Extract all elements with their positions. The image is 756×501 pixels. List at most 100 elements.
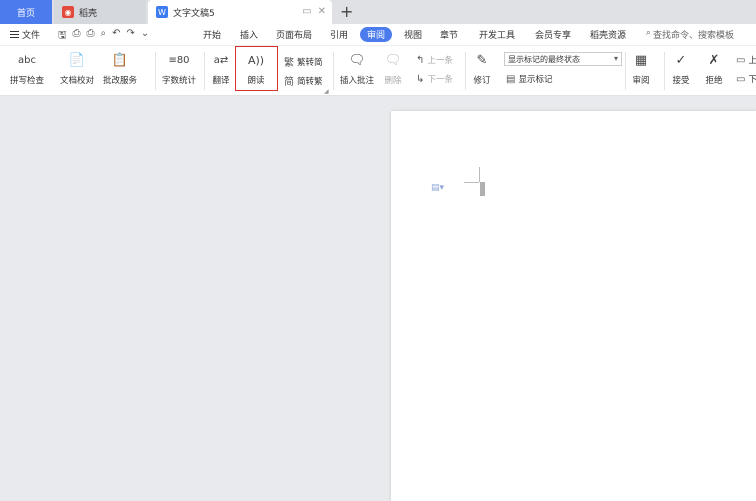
accept-button[interactable]: ✓ 接受 bbox=[670, 50, 692, 87]
tab-home[interactable]: 首页 bbox=[0, 0, 52, 24]
review-pane-label: 审阅 bbox=[632, 76, 650, 86]
markup-state-select[interactable]: 显示标记的最终状态 ▾ bbox=[504, 52, 622, 66]
tab-bar: 首页 ◉ 稻壳 W 文字文稿5 ▭ ✕ + bbox=[0, 0, 756, 24]
accept-label: 接受 bbox=[672, 76, 690, 86]
doc-proofread-label: 文档校对 bbox=[60, 76, 95, 86]
margin-marker bbox=[479, 167, 480, 182]
divider bbox=[465, 52, 466, 90]
document-canvas[interactable]: ▤▾ bbox=[0, 96, 756, 501]
menu-page-layout[interactable]: 页面布局 bbox=[276, 28, 312, 41]
command-search[interactable]: ⌕ 查找命令、搜索模板 bbox=[646, 28, 734, 41]
quick-access-toolbar: 🖫 ⎙ ⎙ ⌕ ↶ ↷ ⌄ bbox=[58, 28, 149, 45]
dialog-launcher-icon[interactable]: ◢ bbox=[324, 88, 329, 95]
show-markup-button[interactable]: ▤ 显示标记 bbox=[506, 73, 553, 86]
redo-icon[interactable]: ↷ bbox=[127, 28, 135, 45]
reject-button[interactable]: ✗ 拒绝 bbox=[703, 50, 725, 87]
track-changes-icon: ✎ bbox=[476, 52, 488, 68]
next-change-icon: ▭ bbox=[736, 73, 746, 85]
margin-marker bbox=[464, 182, 479, 183]
next-change-label: 下 bbox=[748, 75, 756, 85]
tab-daoke[interactable]: ◉ 稻壳 bbox=[54, 0, 146, 24]
next-comment-button[interactable]: ↳ 下一条 bbox=[416, 73, 453, 86]
translate-button[interactable]: a⇄ 翻译 bbox=[210, 50, 232, 87]
track-changes-button[interactable]: ✎ 修订 bbox=[471, 50, 493, 87]
word-count-label: 字数统计 bbox=[162, 76, 197, 86]
insert-comment-button[interactable]: 🗨 插入批注 bbox=[340, 50, 375, 87]
daoke-logo-icon: ◉ bbox=[62, 6, 74, 18]
track-changes-label: 修订 bbox=[473, 76, 491, 86]
menu-bar: 文件 🖫 ⎙ ⎙ ⌕ ↶ ↷ ⌄ 开始 插入 页面布局 引用 审阅 视图 章节 … bbox=[0, 24, 756, 46]
menu-daoke-resources[interactable]: 稻壳资源 bbox=[590, 28, 626, 41]
spell-check-label: 拼写检查 bbox=[10, 76, 45, 86]
delete-comment-button[interactable]: 🗨 删除 bbox=[382, 50, 404, 87]
menu-member[interactable]: 会员专享 bbox=[535, 28, 571, 41]
writer-doc-icon: W bbox=[156, 6, 168, 18]
menu-view[interactable]: 视图 bbox=[404, 28, 422, 41]
menu-insert[interactable]: 插入 bbox=[240, 28, 258, 41]
divider bbox=[625, 52, 626, 90]
save-icon[interactable]: 🖫 bbox=[58, 28, 67, 45]
read-aloud-highlight bbox=[235, 46, 278, 91]
menu-review[interactable]: 审阅 bbox=[360, 27, 393, 42]
batch-service-label: 批改服务 bbox=[103, 76, 138, 86]
doc-proofread-button[interactable]: 📄 文档校对 bbox=[60, 50, 95, 87]
previous-comment-label: 上一条 bbox=[427, 56, 453, 66]
trad-to-simp-button[interactable]: 繁 繁转简 bbox=[284, 54, 323, 70]
customize-toolbar-icon[interactable]: ⌄ bbox=[141, 28, 149, 45]
translate-label: 翻译 bbox=[212, 76, 230, 86]
show-markup-label: 显示标记 bbox=[518, 75, 553, 85]
trad-to-simp-icon: 繁 bbox=[284, 58, 294, 69]
divider bbox=[155, 52, 156, 90]
menu-chapter[interactable]: 章节 bbox=[440, 28, 458, 41]
tab-document-label: 文字文稿5 bbox=[173, 8, 215, 19]
previous-comment-icon: ↰ bbox=[416, 54, 425, 66]
review-pane-icon: ▦ bbox=[634, 52, 648, 68]
proofread-icon: 📄 bbox=[68, 52, 86, 68]
chevron-down-icon: ▾ bbox=[613, 54, 618, 63]
word-count-icon: ≡80 bbox=[168, 54, 190, 66]
batch-service-button[interactable]: 📋 批改服务 bbox=[103, 50, 138, 87]
markup-state-value: 显示标记的最终状态 bbox=[508, 55, 580, 64]
tab-document[interactable]: W 文字文稿5 ▭ ✕ bbox=[148, 0, 332, 24]
undo-icon[interactable]: ↶ bbox=[112, 28, 120, 45]
divider bbox=[333, 52, 334, 90]
search-icon: ⌕ bbox=[646, 28, 652, 38]
paragraph-handle-icon[interactable]: ▤▾ bbox=[431, 183, 444, 193]
command-search-label: 查找命令、搜索模板 bbox=[653, 31, 735, 41]
word-count-button[interactable]: ≡80 字数统计 bbox=[162, 50, 197, 87]
accept-icon: ✓ bbox=[675, 52, 687, 68]
document-page[interactable]: ▤▾ bbox=[391, 111, 756, 501]
ribbon-review: abc 拼写检查 📄 文档校对 📋 批改服务 ≡80 字数统计 a⇄ 翻译 A)… bbox=[0, 46, 756, 96]
trad-to-simp-label: 繁转简 bbox=[297, 57, 323, 68]
print-preview-icon[interactable]: ⌕ bbox=[101, 28, 107, 45]
review-pane-button[interactable]: ▦ 审阅 bbox=[630, 50, 652, 87]
hamburger-icon bbox=[10, 31, 19, 38]
menu-references[interactable]: 引用 bbox=[330, 28, 348, 41]
new-tab-button[interactable]: + bbox=[340, 2, 353, 21]
simp-to-trad-button[interactable]: 简 简转繁 bbox=[284, 73, 323, 89]
comment-icon: 🗨 bbox=[348, 52, 366, 68]
batch-service-icon: 📋 bbox=[111, 52, 129, 68]
file-menu-label: 文件 bbox=[22, 31, 41, 41]
divider bbox=[664, 52, 665, 90]
reject-icon: ✗ bbox=[708, 52, 720, 68]
tab-daoke-label: 稻壳 bbox=[79, 8, 98, 19]
spell-check-button[interactable]: abc 拼写检查 bbox=[10, 50, 45, 87]
menu-developer[interactable]: 开发工具 bbox=[479, 28, 515, 41]
previous-change-button[interactable]: ▭ 上 bbox=[736, 54, 756, 67]
next-change-button[interactable]: ▭ 下 bbox=[736, 73, 756, 86]
print-icon[interactable]: ⎙ bbox=[87, 28, 95, 45]
text-cursor bbox=[480, 182, 485, 196]
export-pdf-icon[interactable]: ⎙ bbox=[73, 28, 81, 45]
next-comment-icon: ↳ bbox=[416, 73, 425, 85]
menu-start[interactable]: 开始 bbox=[203, 28, 221, 41]
insert-comment-label: 插入批注 bbox=[340, 76, 375, 86]
simp-to-trad-icon: 简 bbox=[284, 77, 294, 88]
tab-home-label: 首页 bbox=[16, 8, 35, 19]
translate-icon: a⇄ bbox=[213, 54, 229, 66]
pin-tab-icon[interactable]: ▭ bbox=[302, 6, 311, 17]
close-tab-icon[interactable]: ✕ bbox=[318, 6, 326, 17]
previous-comment-button[interactable]: ↰ 上一条 bbox=[416, 54, 453, 67]
next-comment-label: 下一条 bbox=[427, 75, 453, 85]
file-menu[interactable]: 文件 bbox=[10, 28, 40, 41]
